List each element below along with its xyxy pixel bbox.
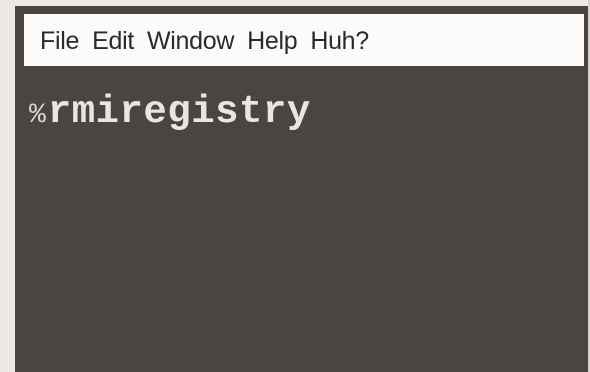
terminal-window: File Edit Window Help Huh? % rmiregistry <box>15 6 588 372</box>
shell-prompt: % <box>29 100 46 131</box>
menu-window[interactable]: Window <box>147 27 234 54</box>
command-text: rmiregistry <box>47 90 311 134</box>
command-line: % rmiregistry <box>29 90 578 134</box>
menu-file[interactable]: File <box>40 27 79 54</box>
menu-help[interactable]: Help <box>247 27 298 54</box>
terminal-area[interactable]: % rmiregistry <box>29 90 578 362</box>
menu-bar: File Edit Window Help Huh? <box>24 14 584 66</box>
menu-edit[interactable]: Edit <box>92 27 134 54</box>
menu-huh[interactable]: Huh? <box>310 27 369 54</box>
